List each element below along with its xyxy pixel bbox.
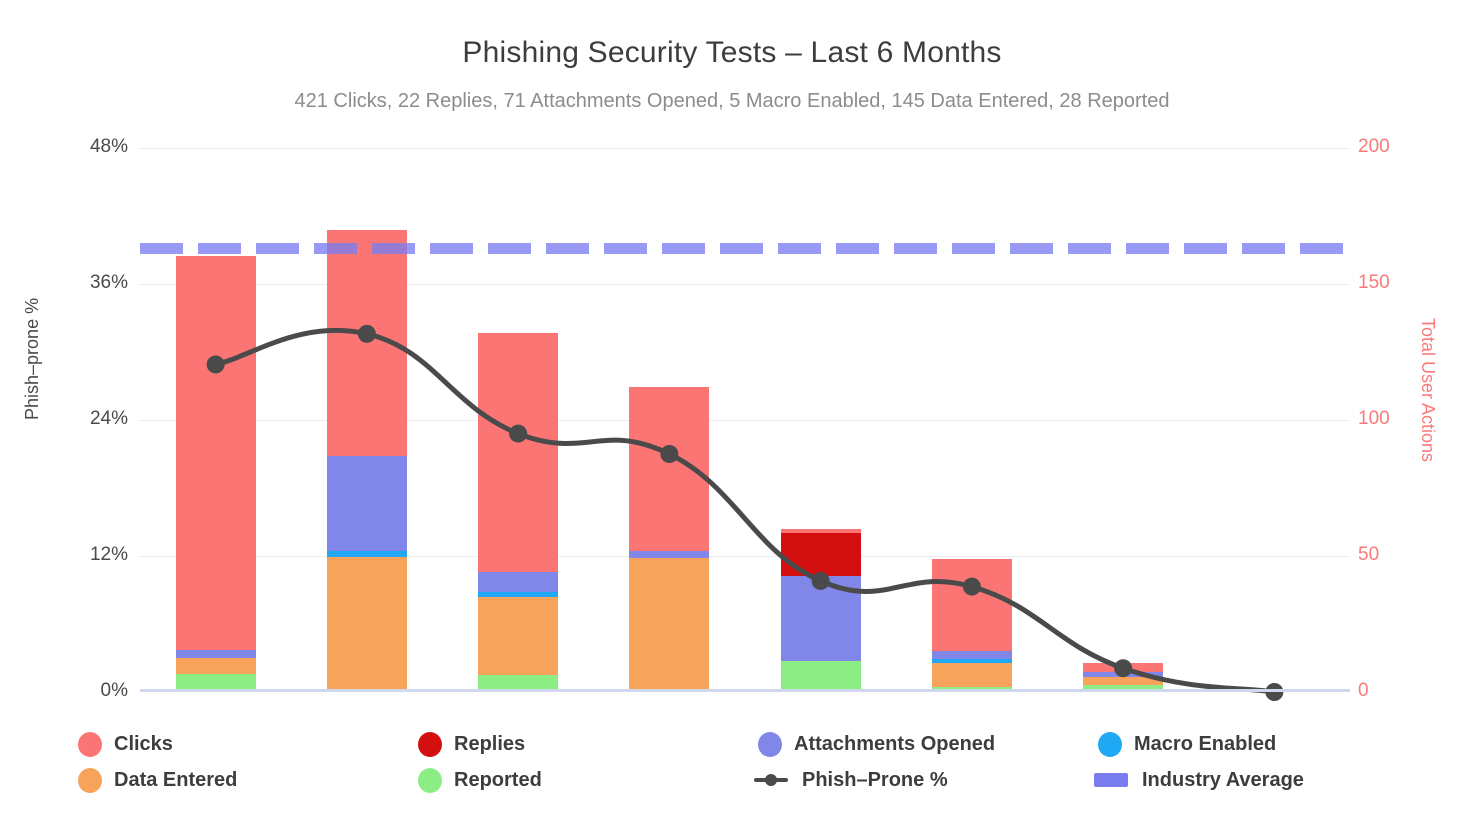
legend-swatch-circle-icon: [78, 767, 102, 793]
legend-item-label: Reported: [454, 768, 542, 791]
y-axis-left-title: Phish–prone %: [22, 297, 42, 420]
line-data-point[interactable]: [509, 424, 528, 443]
legend-item-label: Clicks: [114, 732, 173, 755]
legend-item-label: Attachments Opened: [794, 732, 996, 755]
legend-swatch-circle-icon: [418, 767, 442, 793]
legend-item-label: Industry Average: [1142, 768, 1304, 791]
chart-subtitle: 421 Clicks, 22 Replies, 71 Attachments O…: [294, 90, 1170, 112]
legend-swatch-line-marker-icon: [754, 769, 788, 791]
y-axis-left-tick-label: 24%: [89, 408, 128, 429]
legend-item-replies[interactable]: Replies: [418, 731, 758, 757]
legend-item-macro-enabled[interactable]: Macro Enabled: [1098, 731, 1408, 757]
line-data-point[interactable]: [962, 577, 981, 596]
plot-area: [140, 148, 1350, 701]
legend-item-attachments-opened[interactable]: Attachments Opened: [758, 731, 1098, 757]
line-data-point[interactable]: [811, 571, 830, 590]
line-data-point[interactable]: [357, 324, 376, 343]
y-axis-right-tick-label: 50: [1358, 544, 1380, 565]
phish-prone-line: [206, 324, 1284, 701]
legend-item-label: Macro Enabled: [1134, 732, 1277, 755]
y-axis-left-tick-label: 36%: [89, 272, 128, 293]
phish-prone-line-path: [213, 327, 1277, 695]
legend-swatch-circle-icon: [418, 731, 442, 757]
legend-swatch-circle-icon: [1098, 731, 1122, 757]
legend-item-data-entered[interactable]: Data Entered: [78, 767, 418, 793]
legend-swatch-bar-icon: [1094, 773, 1128, 787]
legend-item-industry-average[interactable]: Industry Average: [1094, 768, 1408, 792]
legend-item-label: Replies: [454, 732, 526, 755]
legend-item-phish-prone[interactable]: Phish–Prone %: [754, 768, 1098, 792]
y-axis-right-tick-label: 200: [1358, 136, 1390, 157]
line-data-point[interactable]: [1265, 683, 1284, 701]
chart-container: Phishing Security Tests – Last 6 Months …: [0, 0, 1464, 835]
y-axis-left-tick-label: 48%: [89, 136, 128, 157]
y-axis-right-tick-label: 0: [1358, 680, 1369, 701]
legend-swatch-circle-icon: [78, 731, 102, 757]
y-axis-left-tick-label: 0%: [100, 680, 128, 701]
y-axis-left-tick-label: 12%: [89, 544, 128, 565]
y-axis-right-title: Total User Actions: [1418, 318, 1438, 463]
legend-item-label: Data Entered: [114, 768, 238, 791]
legend-item-clicks[interactable]: Clicks: [78, 731, 418, 757]
legend-item-label: Phish–Prone %: [802, 768, 948, 791]
legend-swatch-circle-icon: [758, 731, 782, 757]
x-axis-baseline: [140, 689, 1350, 692]
line-data-point[interactable]: [1114, 659, 1133, 678]
legend-item-reported[interactable]: Reported: [418, 767, 758, 793]
line-data-point[interactable]: [660, 445, 679, 463]
line-data-point[interactable]: [206, 355, 225, 374]
chart-title: Phishing Security Tests – Last 6 Months: [462, 36, 1002, 69]
y-axis-right-tick-label: 150: [1358, 272, 1390, 293]
chart-legend: Clicks Replies Attachments Opened Macro Ena…: [78, 726, 1408, 806]
